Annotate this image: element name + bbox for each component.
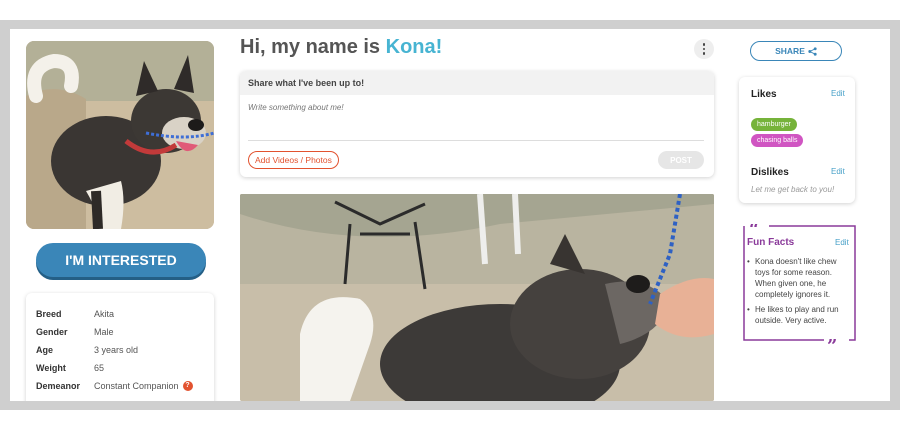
- share-post-card: Share what I've been up to! Add Videos /…: [240, 71, 714, 177]
- info-row-gender: Gender Male: [36, 323, 204, 341]
- share-post-heading: Share what I've been up to!: [240, 71, 714, 95]
- dislikes-heading: Dislikes: [751, 167, 789, 178]
- greeting-prefix: Hi, my name is: [240, 36, 386, 58]
- info-value: Constant Companion ?: [94, 381, 193, 391]
- info-value: 3 years old: [94, 345, 139, 355]
- demeanor-text: Constant Companion: [94, 381, 179, 391]
- info-key: Age: [36, 345, 54, 355]
- more-options-icon[interactable]: [694, 39, 714, 59]
- fun-facts-list: Kona doesn't like chew toys for some rea…: [747, 256, 851, 330]
- likes-edit-link[interactable]: Edit: [831, 89, 845, 98]
- fun-fact-item: Kona doesn't like chew toys for some rea…: [747, 256, 851, 300]
- post-button[interactable]: POST: [658, 151, 704, 169]
- info-row-breed: Breed Akita: [36, 305, 204, 323]
- info-key: Demeanor: [36, 381, 81, 391]
- fun-facts-edit-link[interactable]: Edit: [835, 238, 849, 247]
- info-value: Akita: [94, 309, 115, 319]
- like-tag: hamburger: [751, 118, 797, 131]
- info-key: Breed: [36, 309, 62, 319]
- fun-facts-heading: Fun Facts: [747, 237, 795, 248]
- like-tag: chasing balls: [751, 134, 804, 147]
- info-value: Male: [94, 327, 114, 337]
- info-row-demeanor: Demeanor Constant Companion ?: [36, 377, 204, 395]
- fun-facts-box: “ ” Fun Facts Edit Kona doesn't like che…: [739, 224, 857, 344]
- page-title: Hi, my name is Kona!: [240, 36, 442, 59]
- info-value: 65: [94, 363, 105, 373]
- profile-photo[interactable]: [26, 41, 214, 229]
- likes-dislikes-card: Likes Edit hamburger chasing balls Disli…: [739, 77, 855, 203]
- info-key: Weight: [36, 363, 66, 373]
- post-photo[interactable]: [240, 194, 714, 401]
- dislikes-empty-text: Let me get back to you!: [751, 185, 835, 194]
- close-quote-icon: ”: [827, 336, 837, 344]
- post-text-input[interactable]: [248, 103, 704, 141]
- help-icon[interactable]: ?: [182, 381, 193, 391]
- pet-profile-page: I'M INTERESTED Breed Akita Gender Male A…: [10, 29, 890, 401]
- share-icon: [808, 46, 817, 56]
- info-key: Gender: [36, 327, 68, 337]
- share-label: SHARE: [775, 46, 805, 56]
- pet-name: Kona!: [385, 36, 443, 58]
- info-row-age: Age 3 years old: [36, 341, 204, 359]
- im-interested-button[interactable]: I'M INTERESTED: [36, 243, 206, 277]
- info-row-weight: Weight 65: [36, 359, 204, 377]
- pet-info-card: Breed Akita Gender Male Age 3 years old …: [26, 293, 214, 401]
- dislikes-edit-link[interactable]: Edit: [831, 167, 845, 176]
- share-button[interactable]: SHARE: [750, 41, 842, 61]
- fun-fact-item: He likes to play and run outside. Very a…: [747, 304, 851, 326]
- add-videos-photos-button[interactable]: Add Videos / Photos: [248, 151, 339, 169]
- likes-heading: Likes: [751, 89, 777, 100]
